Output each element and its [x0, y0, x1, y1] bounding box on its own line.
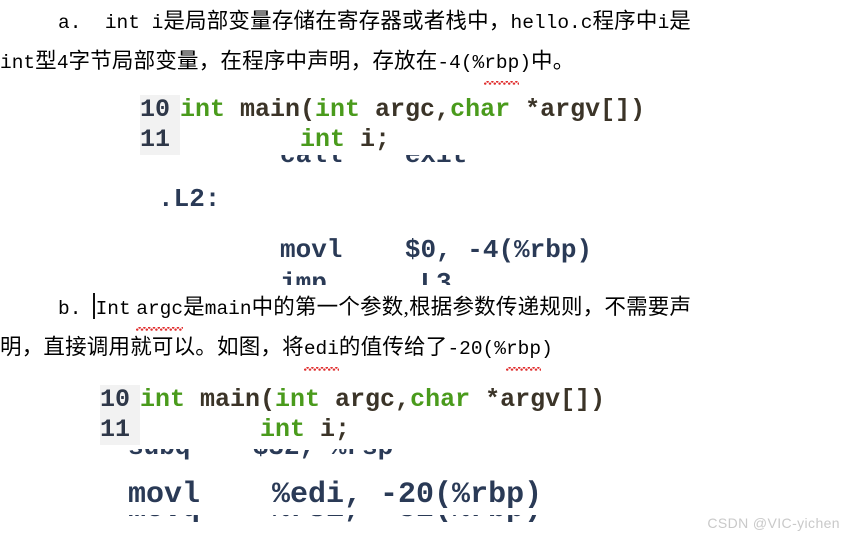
- line-number-gutter: 10: [100, 385, 140, 415]
- paragraph-a-text-2: 程序中: [592, 9, 658, 33]
- code-block-1-clipped-call-exit: call exit: [140, 155, 850, 173]
- asm-mnemonic-movl: movl: [128, 478, 201, 512]
- asm-mnemonic-movl: movl: [280, 235, 343, 265]
- paragraph-a-code-2: hello.c: [510, 12, 593, 34]
- keyword-int: int: [260, 415, 306, 444]
- paragraph-b-marker: b.: [58, 298, 82, 320]
- code-text: *argv[]): [510, 95, 646, 124]
- asm-instruction-movl: movl $0, -4(%rbp): [140, 234, 850, 267]
- keyword-int: int: [275, 385, 321, 414]
- code-block-2-source-line-10: 10 int main(int argc, char *argv[]): [100, 385, 850, 415]
- paragraph-b-misspelled-edi: edi: [303, 330, 340, 371]
- line-number-gutter: 11: [100, 415, 140, 445]
- keyword-int: int: [300, 125, 346, 154]
- paragraph-a-text-6: 中。: [531, 49, 575, 73]
- code-block-1-source-line-11: 11 int i;: [140, 125, 850, 155]
- paragraph-b-line-2: 明，直接调用就可以。如图，将edi的值传给了-20(%rbp): [0, 328, 850, 371]
- asm-operands-movl: %edi, -20(%rbp): [272, 478, 543, 512]
- asm-spacer: [327, 268, 405, 285]
- code-text: argc,: [320, 385, 411, 414]
- asm-operands-movl: $0, -4(%rbp): [404, 235, 593, 265]
- paragraph-a-code-1: int i: [104, 12, 164, 34]
- asm-instruction-movl-edi: movl %edi, -20(%rbp): [100, 475, 850, 515]
- text-cursor: [92, 293, 95, 319]
- paragraph-b-text-4: 明，直接调用就可以。如图，将: [0, 335, 304, 359]
- paragraph-a-line-1: a. int i是局部变量存储在寄存器或者栈中，hello.c程序中i是: [0, 2, 850, 42]
- asm-instruction-jmp: jmp .L3: [140, 267, 850, 285]
- paragraph-b-code-3: -20(%: [447, 338, 506, 360]
- asm-call-exit: call exit: [280, 155, 468, 170]
- code-text: i;: [345, 125, 391, 154]
- code-text: i;: [305, 415, 351, 444]
- paragraph-b-code-1: Int: [95, 298, 131, 320]
- paragraph-b-text-2: 中的第一个参数: [251, 295, 404, 319]
- keyword-char: char: [410, 385, 471, 414]
- code-text: main(: [225, 95, 316, 124]
- paragraph-b-code-2: main: [204, 298, 252, 320]
- paragraph-b-misspelled-rbp: rbp: [505, 330, 542, 371]
- paragraph-a-line-2: int型4字节局部变量，在程序中声明，存放在-4(%rbp)中。: [0, 42, 850, 85]
- code-block-2-clipped-subq: subq $32, %rsp: [100, 449, 850, 463]
- paragraph-b-text-3: 根据参数传递规则，不需要声: [409, 295, 692, 319]
- paragraph-b: b. Int argc是main中的第一个参数,根据参数传递规则，不需要声 明，…: [0, 288, 850, 371]
- document-page: a. int i是局部变量存储在寄存器或者栈中，hello.c程序中i是 int…: [0, 0, 850, 539]
- code-block-1-source-line-10: 10 int main(int argc, char *argv[]): [140, 95, 850, 125]
- code-text: argc,: [360, 95, 451, 124]
- paragraph-a: a. int i是局部变量存储在寄存器或者栈中，hello.c程序中i是 int…: [0, 2, 850, 85]
- paragraph-a-code-4: int: [0, 52, 36, 74]
- paragraph-a-number: 4: [56, 52, 69, 74]
- paragraph-a-marker: a.: [58, 12, 82, 34]
- asm-spacer: [200, 478, 272, 512]
- paragraph-a-misspelled-rbp: rbp: [484, 44, 520, 85]
- code-text: *argv[]): [470, 385, 606, 414]
- paragraph-a-code-5: -4(%: [437, 52, 485, 74]
- asm-operands-jmp: .L3: [404, 268, 452, 285]
- paragraph-a-code-6: ): [519, 52, 532, 74]
- paragraph-b-line-1: b. Int argc是main中的第一个参数,根据参数传递规则，不需要声: [0, 288, 850, 331]
- code-text: main(: [185, 385, 276, 414]
- paragraph-b-text-1: 是: [183, 295, 205, 319]
- csdn-watermark: CSDN @VIC-yichen: [707, 515, 840, 531]
- paragraph-a-code-3: i: [657, 12, 670, 34]
- paragraph-a-text-3: 是: [669, 9, 691, 33]
- line-number-gutter: 10: [140, 95, 180, 125]
- paragraph-a-text-4: 型: [35, 49, 57, 73]
- keyword-char: char: [450, 95, 511, 124]
- paragraph-a-text-5: 字节局部变量，在程序中声明，存放在: [68, 49, 438, 73]
- paragraph-b-spacer: [81, 295, 92, 319]
- paragraph-b-misspelled-argc: argc: [136, 290, 183, 331]
- paragraph-b-text-5: 的值传给了: [338, 335, 448, 359]
- keyword-int: int: [180, 95, 226, 124]
- keyword-int: int: [315, 95, 361, 124]
- asm-mnemonic-jmp: jmp: [280, 268, 327, 285]
- code-block-2-source-line-11: 11 int i;: [100, 415, 850, 445]
- code-block-1[interactable]: 10 int main(int argc, char *argv[]) 11 int…: [140, 95, 850, 285]
- asm-spacer: [342, 235, 404, 265]
- asm-label-L2: .L2:: [158, 184, 221, 214]
- line-number-gutter: 11: [140, 125, 180, 155]
- asm-subq: subq $32, %rsp: [100, 449, 850, 463]
- keyword-int: int: [140, 385, 186, 414]
- paragraph-b-code-4: ): [541, 338, 553, 360]
- paragraph-a-text-1: 是局部变量存储在寄存器或者栈中，: [163, 9, 511, 33]
